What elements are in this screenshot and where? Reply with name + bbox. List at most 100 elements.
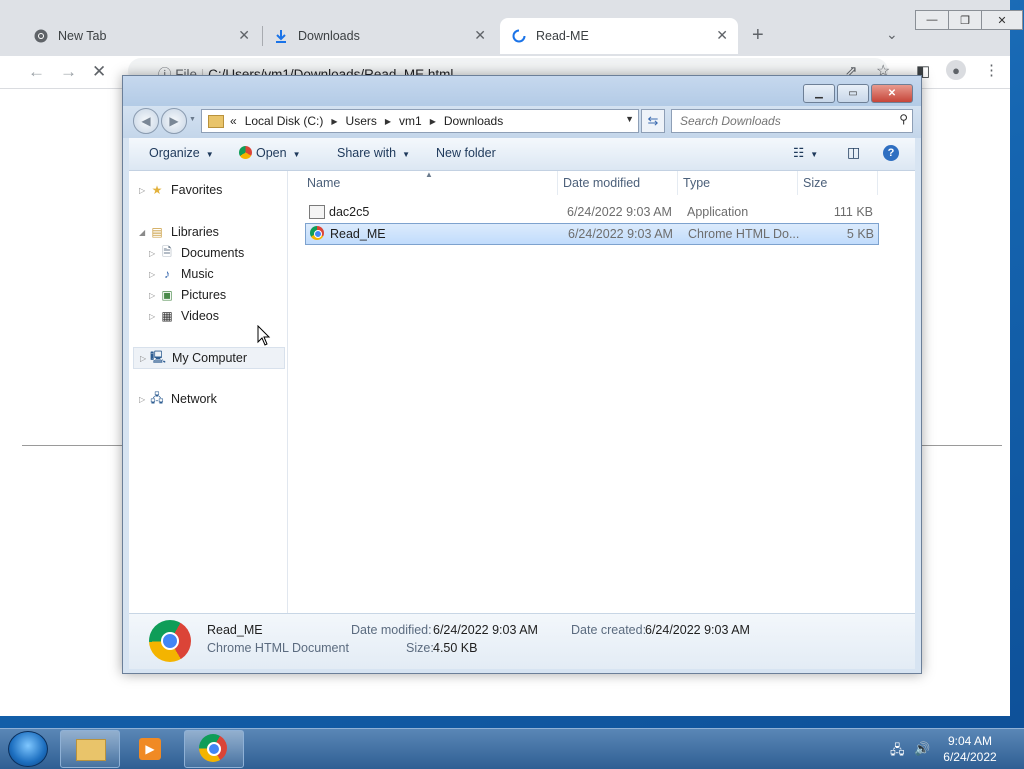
minimize-button[interactable]: ▁ <box>803 84 835 103</box>
taskbar-chrome-button[interactable] <box>184 730 244 768</box>
chrome-icon-center <box>207 742 221 756</box>
command-bar: Organize ▼ Open ▼ Share with ▼ New folder ☷… <box>129 138 915 171</box>
file-row[interactable]: dac2c5 6/24/2022 9:03 AM Application 111… <box>305 202 877 222</box>
tab-downloads[interactable]: Downloads ✕ <box>264 18 496 54</box>
column-header-type[interactable]: Type <box>677 171 798 195</box>
minimize-button[interactable]: — <box>915 10 949 30</box>
open-button[interactable]: Open ▼ <box>239 146 301 160</box>
explorer-content: ▷ ★ Favorites ◢ ▤ Libraries ▷ 🗎 Document… <box>129 170 915 613</box>
maximize-button[interactable]: ❐ <box>948 10 982 30</box>
file-list: Name ▲ Date modified Type Size dac2c5 6/… <box>289 170 915 613</box>
details-modified-value: 6/24/2022 9:03 AM <box>433 623 538 637</box>
nav-music[interactable]: ▷ ♪ Music <box>149 264 214 284</box>
media-player-icon: ▶ <box>139 738 161 760</box>
tab-read-me[interactable]: Read-ME ✕ <box>500 18 738 54</box>
breadcrumb-arrow-icon[interactable]: ▶ <box>430 117 436 126</box>
details-size-value: 4.50 KB <box>433 641 478 655</box>
search-input[interactable] <box>678 110 882 132</box>
tab-label: New Tab <box>58 29 107 43</box>
details-created-label: Date created: <box>571 623 647 637</box>
nav-favorites[interactable]: ▷ ★ Favorites <box>139 180 222 200</box>
file-row-selected[interactable]: Read_ME 6/24/2022 9:03 AM Chrome HTML Do… <box>305 223 879 245</box>
address-bar[interactable]: « Local Disk (C:) ▶ Users ▶ vm1 ▶ Downloads… <box>201 109 639 133</box>
start-button[interactable] <box>8 731 48 767</box>
maximize-button[interactable]: ▭ <box>837 84 869 103</box>
details-name: Read_ME <box>207 623 263 637</box>
breadcrumb-arrow-icon[interactable]: ▶ <box>385 117 391 126</box>
help-icon[interactable]: ? <box>883 145 899 161</box>
taskbar-media-player-button[interactable]: ▶ <box>122 730 182 768</box>
column-header-size[interactable]: Size <box>797 171 878 195</box>
preview-pane-icon[interactable]: ◫ <box>847 144 860 161</box>
refresh-icon[interactable]: ⇆ <box>641 109 665 133</box>
library-icon: ▤ <box>151 225 163 239</box>
folder-icon <box>76 739 106 761</box>
expand-arrow-icon[interactable]: ▷ <box>140 354 150 363</box>
back-arrow-icon[interactable]: ← <box>28 62 45 82</box>
application-icon <box>309 205 325 219</box>
address-dropdown-icon[interactable]: ▼ <box>625 114 634 124</box>
nav-videos[interactable]: ▷ ▦ Videos <box>149 306 219 326</box>
network-tray-icon[interactable]: 🖧 <box>890 741 905 763</box>
clock-time: 9:04 AM <box>947 734 993 748</box>
new-tab-button[interactable]: + <box>752 24 764 47</box>
breadcrumb-item[interactable]: Downloads <box>444 114 503 128</box>
column-header-date[interactable]: Date modified <box>557 171 678 195</box>
expand-arrow-icon[interactable]: ▷ <box>149 291 159 300</box>
computer-icon: 🖳 <box>150 349 167 364</box>
change-view-icon[interactable]: ☷ ▼ <box>793 145 818 160</box>
taskbar-explorer-button[interactable] <box>60 730 120 768</box>
close-tab-icon[interactable]: ✕ <box>238 27 250 44</box>
forward-arrow-icon[interactable]: → <box>60 62 77 82</box>
organize-button[interactable]: Organize ▼ <box>149 146 214 160</box>
collapse-arrow-icon[interactable]: ◢ <box>139 228 149 237</box>
close-tab-icon[interactable]: ✕ <box>474 27 486 44</box>
explorer-window-controls: ▁ ▭ ✕ <box>801 84 913 103</box>
close-button[interactable]: ✕ <box>871 84 913 103</box>
nav-pictures[interactable]: ▷ ▣ Pictures <box>149 285 226 305</box>
details-modified-label: Date modified: <box>351 623 432 637</box>
expand-arrow-icon[interactable]: ▷ <box>149 312 159 321</box>
recent-pages-chevron-icon[interactable]: ▼ <box>189 116 196 123</box>
expand-arrow-icon[interactable]: ▷ <box>139 395 149 404</box>
breadcrumb-item[interactable]: Users <box>346 114 377 128</box>
tab-strip: New Tab ✕ Downloads ✕ Read-ME ✕ + ⌄ — ❐ … <box>0 0 1023 56</box>
new-folder-button[interactable]: New folder <box>436 146 496 160</box>
search-box[interactable]: ⚲ <box>671 109 913 133</box>
forward-button[interactable]: ▶ <box>161 108 187 134</box>
music-icon: ♪ <box>164 267 170 281</box>
profile-avatar-icon[interactable]: ● <box>946 60 966 80</box>
menu-kebab-icon[interactable]: ⋮ <box>984 61 999 79</box>
expand-arrow-icon[interactable]: ▷ <box>139 186 149 195</box>
search-icon[interactable]: ⚲ <box>899 112 908 126</box>
breadcrumb-item[interactable]: vm1 <box>399 114 422 128</box>
system-clock[interactable]: 9:04 AM 6/24/2022 <box>940 733 1000 765</box>
loading-spinner-icon <box>512 29 526 43</box>
star-icon: ★ <box>151 183 163 197</box>
stop-loading-icon[interactable]: ✕ <box>92 62 106 82</box>
nav-network[interactable]: ▷ 🖧 Network <box>139 389 217 409</box>
nav-my-computer[interactable]: ▷ 🖳 My Computer <box>133 347 285 369</box>
mouse-cursor-icon <box>257 325 271 346</box>
back-button[interactable]: ◀ <box>133 108 159 134</box>
tab-label: Read-ME <box>536 29 589 43</box>
tab-new-tab[interactable]: New Tab ✕ <box>22 18 260 54</box>
expand-arrow-icon[interactable]: ▷ <box>149 270 159 279</box>
breadcrumb-item[interactable]: Local Disk (C:) <box>245 114 324 128</box>
breadcrumb-overflow[interactable]: « <box>230 114 237 128</box>
breadcrumb-arrow-icon[interactable]: ▶ <box>331 117 337 126</box>
tab-search-chevron-icon[interactable]: ⌄ <box>886 26 898 43</box>
chrome-icon-center <box>161 632 179 650</box>
share-with-button[interactable]: Share with ▼ <box>337 146 410 160</box>
tab-label: Downloads <box>298 29 360 43</box>
chrome-icon <box>34 29 48 43</box>
file-size: 5 KB <box>846 227 874 241</box>
close-tab-icon[interactable]: ✕ <box>716 27 728 44</box>
details-size-label: Size: <box>406 641 434 655</box>
volume-icon[interactable]: 🔊 <box>914 741 930 757</box>
expand-arrow-icon[interactable]: ▷ <box>149 249 159 258</box>
close-button[interactable]: ✕ <box>981 10 1023 30</box>
file-type: Chrome HTML Do... <box>688 227 800 241</box>
nav-libraries[interactable]: ◢ ▤ Libraries <box>139 222 219 242</box>
nav-documents[interactable]: ▷ 🗎 Documents <box>149 243 244 263</box>
